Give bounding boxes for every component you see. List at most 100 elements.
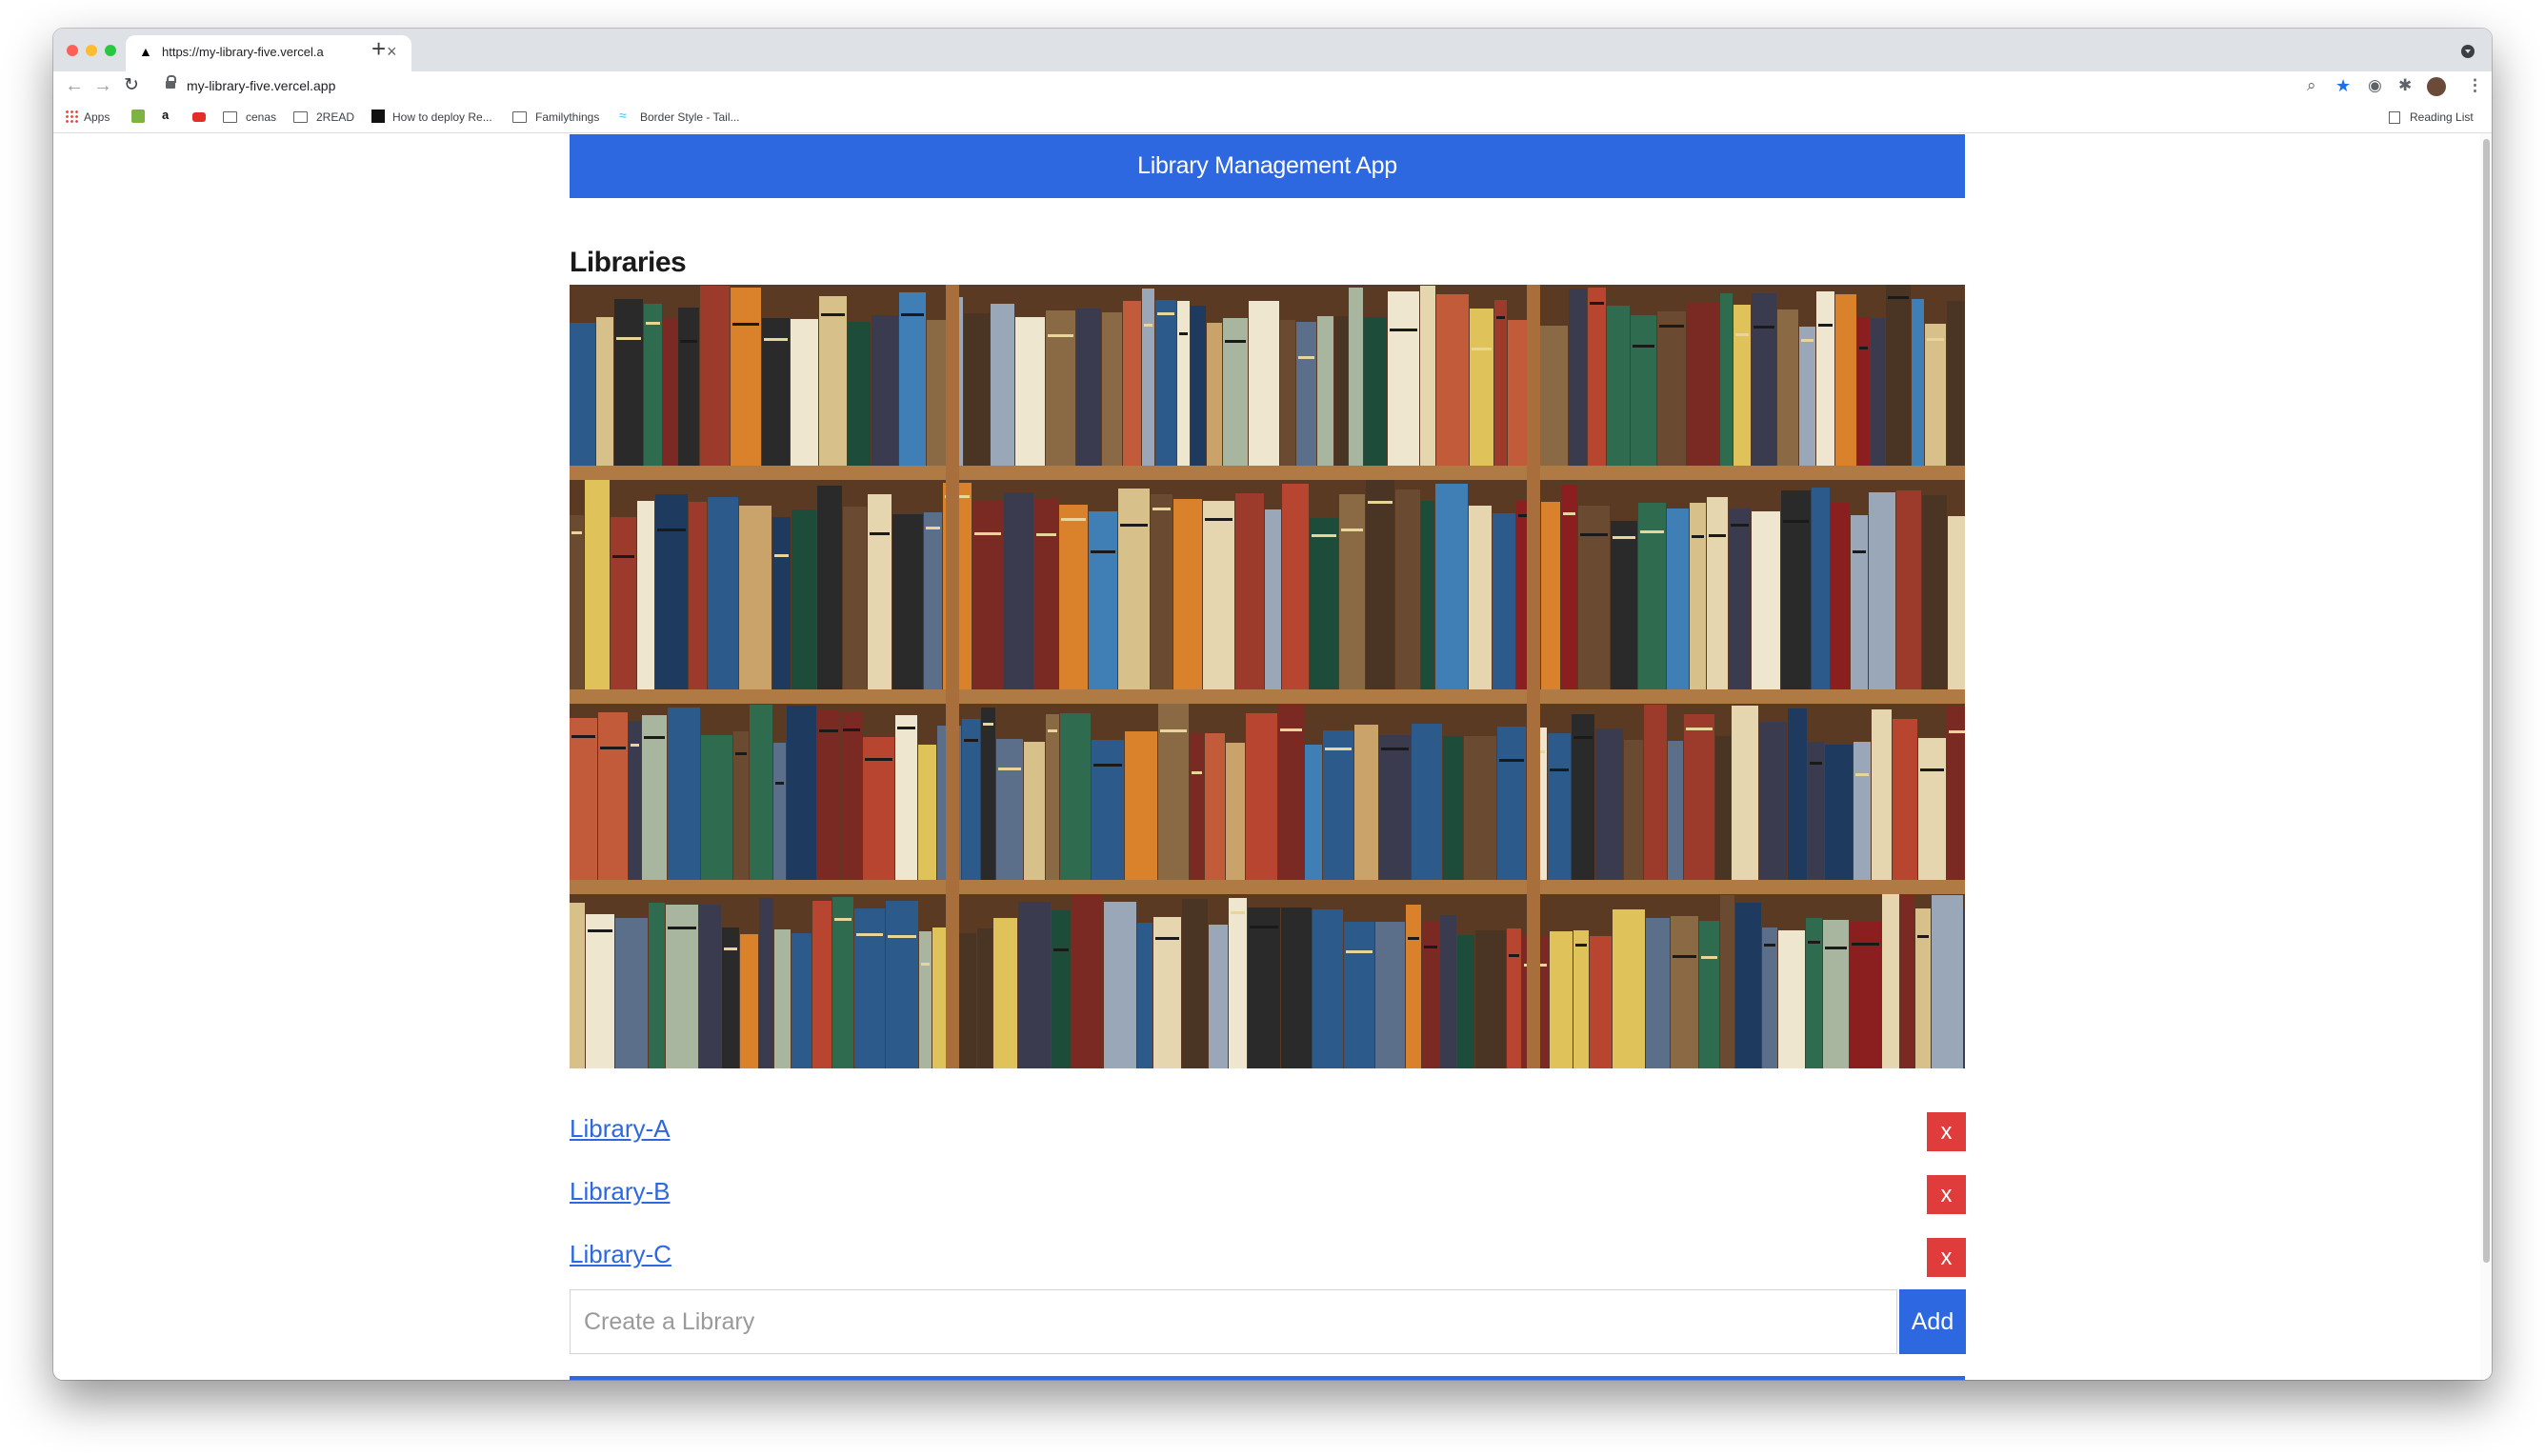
book-spine	[892, 514, 923, 689]
book-spine	[1118, 489, 1150, 689]
book-band	[1550, 768, 1569, 771]
book-spine	[1422, 922, 1439, 1068]
book-spine	[1762, 927, 1777, 1068]
book-spine	[1092, 740, 1124, 880]
folder-icon	[223, 111, 237, 123]
book-spine	[1364, 317, 1387, 466]
extensions-puzzle-icon[interactable]: ✱	[2398, 75, 2412, 96]
youtube-icon[interactable]	[192, 112, 206, 122]
close-tab-icon[interactable]: ×	[387, 42, 397, 62]
lock-icon[interactable]	[166, 75, 176, 89]
book-spine	[1464, 736, 1496, 880]
back-arrow-icon[interactable]: ←	[65, 75, 84, 96]
library-row: Library-A x	[570, 1112, 1966, 1152]
book-spine	[1644, 705, 1667, 880]
bookmark-border-style[interactable]: Border Style - Tail...	[640, 110, 739, 124]
reading-list-button[interactable]: Reading List	[2410, 110, 2474, 124]
close-window-button[interactable]	[67, 45, 78, 56]
book-band	[657, 529, 686, 531]
book-spine	[1595, 728, 1623, 880]
book-spine	[1831, 503, 1850, 689]
scrollbar-thumb[interactable]	[2483, 139, 2490, 1263]
book-spine	[1588, 288, 1606, 466]
bookmark-familythings[interactable]: Familythings	[535, 110, 599, 124]
library-link-c[interactable]: Library-C	[570, 1240, 671, 1269]
book-band	[1381, 748, 1409, 750]
book-band	[1575, 944, 1587, 947]
book-spine	[1235, 493, 1264, 689]
book-spine	[1249, 301, 1279, 466]
book-band	[732, 323, 759, 326]
book-spine	[1142, 289, 1154, 466]
book-spine	[1388, 291, 1419, 466]
apps-grid-icon[interactable]	[65, 110, 78, 123]
address-bar[interactable]: my-library-five.vercel.app	[187, 78, 335, 93]
book-spine	[1182, 899, 1208, 1068]
delete-library-b-button[interactable]: x	[1927, 1175, 1966, 1214]
book-band	[834, 918, 852, 921]
green-square-icon[interactable]	[131, 110, 145, 123]
bookshelf-image	[570, 285, 1965, 1068]
library-link-a[interactable]: Library-A	[570, 1114, 670, 1144]
forward-arrow-icon[interactable]: →	[93, 75, 112, 96]
book-band	[1783, 520, 1809, 523]
book-band	[1888, 296, 1909, 299]
book-spine	[1915, 908, 1931, 1068]
book-band	[901, 313, 924, 316]
book-spine	[1203, 501, 1234, 689]
browser-menu-icon[interactable]: ⋮	[2467, 75, 2483, 96]
book-band	[1640, 530, 1664, 533]
reload-icon[interactable]: ↻	[124, 75, 139, 96]
book-band	[856, 933, 883, 936]
book-band	[644, 736, 665, 739]
book-spine	[787, 706, 816, 880]
book-spine	[1733, 305, 1751, 466]
delete-library-c-button[interactable]: x	[1927, 1238, 1966, 1277]
book-band	[983, 723, 993, 726]
book-band	[1312, 534, 1336, 537]
book-spine	[1046, 310, 1075, 466]
bookmark-how-to-deploy[interactable]: How to deploy Re...	[392, 110, 492, 124]
extension-icon[interactable]: ◉	[2368, 75, 2382, 96]
book-spine	[1806, 918, 1822, 1068]
book-spine	[1812, 488, 1830, 689]
folder-icon	[293, 111, 308, 123]
profile-avatar[interactable]	[2427, 77, 2446, 96]
bookmark-cenas[interactable]: cenas	[246, 110, 276, 124]
book-spine	[1735, 903, 1761, 1068]
create-library-input[interactable]	[570, 1289, 1897, 1354]
reading-list-icon[interactable]	[2389, 111, 2400, 124]
tab-title: https://my-library-five.vercel.a	[162, 45, 324, 59]
book-spine	[1964, 909, 1965, 1068]
browser-tab[interactable]: ▲ https://my-library-five.vercel.a ×	[126, 35, 411, 71]
book-band	[1735, 333, 1749, 336]
book-band	[1509, 954, 1519, 957]
book-spine	[1248, 908, 1280, 1068]
book-spine	[701, 735, 732, 880]
book-spine	[1690, 503, 1706, 689]
book-spine	[1550, 931, 1573, 1068]
bookmark-apps[interactable]: Apps	[84, 110, 110, 124]
add-library-button[interactable]: Add	[1899, 1289, 1966, 1354]
new-tab-button[interactable]: +	[371, 36, 386, 61]
bookmark-star-icon[interactable]: ★	[2335, 75, 2351, 96]
library-link-b[interactable]: Library-B	[570, 1177, 670, 1207]
bookmark-2read[interactable]: 2READ	[316, 110, 354, 124]
book-spine	[981, 708, 995, 880]
book-spine	[699, 905, 721, 1068]
book-spine	[1611, 521, 1637, 689]
book-spine	[1631, 315, 1656, 466]
zoom-icon[interactable]: ⌕	[2307, 75, 2316, 96]
book-spine	[1076, 309, 1101, 466]
minimize-window-button[interactable]	[86, 45, 97, 56]
book-band	[1368, 501, 1393, 504]
book-band	[1157, 312, 1174, 315]
amazon-icon[interactable]: a	[162, 108, 175, 122]
tab-strip: ▲ https://my-library-five.vercel.a × +	[53, 29, 2492, 71]
maximize-window-button[interactable]	[105, 45, 116, 56]
book-band	[1692, 535, 1704, 538]
tab-search-icon[interactable]	[2461, 45, 2475, 58]
book-spine	[832, 897, 853, 1068]
delete-library-a-button[interactable]: x	[1927, 1112, 1966, 1151]
book-spine	[1540, 326, 1568, 466]
